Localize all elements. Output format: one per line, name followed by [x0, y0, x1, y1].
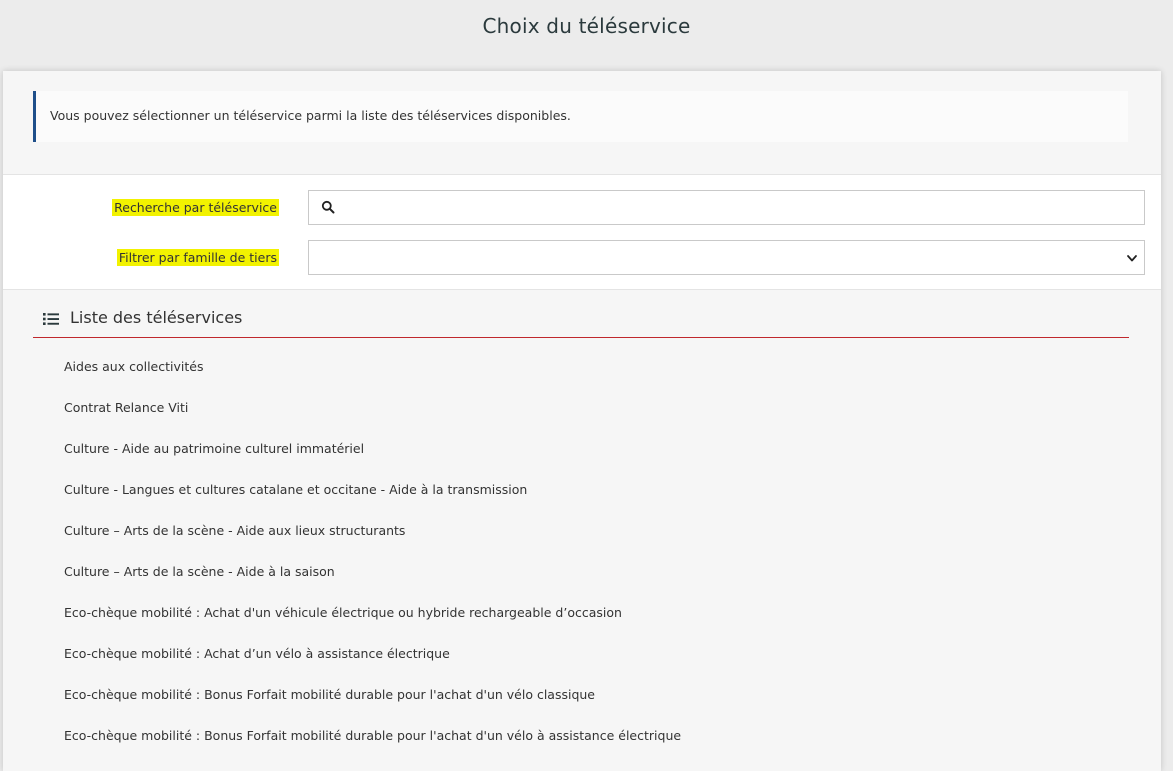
service-item[interactable]: Aides aux collectivités [64, 357, 681, 398]
services-section-header: Liste des téléservices [33, 307, 1129, 338]
filters-section: Recherche par téléservice Filtrer par fa… [3, 174, 1161, 290]
info-text: Vous pouvez sélectionner un téléservice … [50, 108, 571, 123]
search-box[interactable] [308, 190, 1145, 225]
main-panel: Vous pouvez sélectionner un téléservice … [3, 71, 1161, 771]
chevron-down-icon [1127, 255, 1137, 262]
info-callout: Vous pouvez sélectionner un téléservice … [33, 91, 1128, 142]
service-item[interactable]: Eco-chèque mobilité : Bonus Forfait mobi… [64, 685, 681, 726]
search-input[interactable] [343, 191, 1138, 224]
service-list: Aides aux collectivités Contrat Relance … [64, 357, 681, 767]
services-section-title: Liste des téléservices [70, 308, 243, 327]
service-item[interactable]: Culture - Aide au patrimoine culturel im… [64, 439, 681, 480]
service-item[interactable]: Eco-chèque mobilité : Achat d'un véhicul… [64, 603, 681, 644]
family-filter-select[interactable] [308, 240, 1145, 275]
service-item[interactable]: Culture - Langues et cultures catalane e… [64, 480, 681, 521]
service-item[interactable]: Eco-chèque mobilité : Bonus Forfait mobi… [64, 726, 681, 767]
family-filter-label: Filtrer par famille de tiers [116, 249, 279, 266]
search-icon [321, 200, 335, 214]
service-item[interactable]: Culture – Arts de la scène - Aide aux li… [64, 521, 681, 562]
page-title: Choix du téléservice [482, 14, 691, 38]
service-item[interactable]: Culture – Arts de la scène - Aide à la s… [64, 562, 681, 603]
service-item[interactable]: Contrat Relance Viti [64, 398, 681, 439]
list-icon [43, 313, 59, 325]
service-item[interactable]: Eco-chèque mobilité : Achat d’un vélo à … [64, 644, 681, 685]
search-label: Recherche par téléservice [112, 199, 279, 216]
